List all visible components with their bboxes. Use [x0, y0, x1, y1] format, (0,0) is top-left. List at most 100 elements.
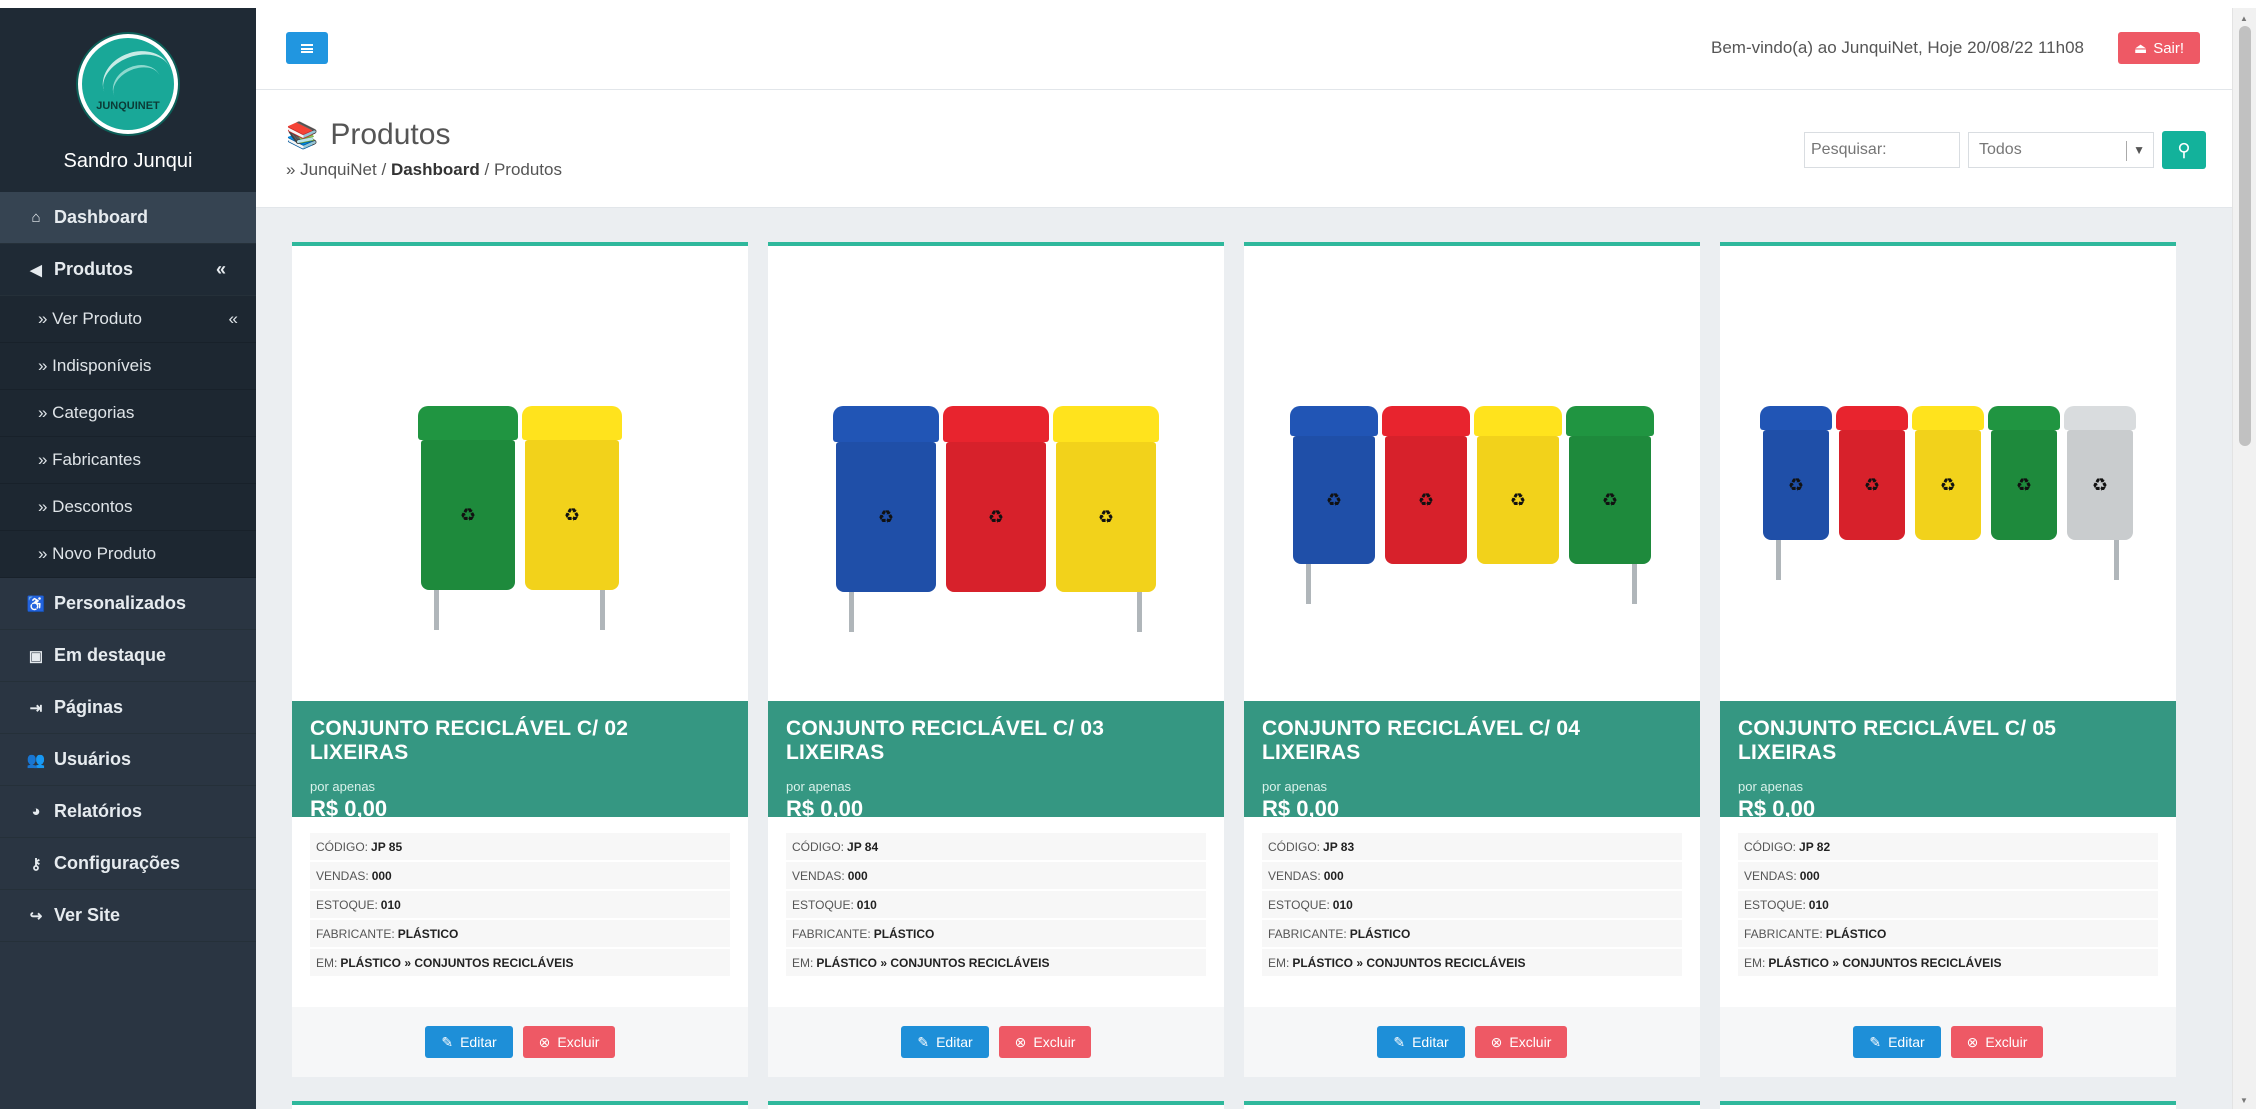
info-label: VENDAS:	[316, 868, 369, 883]
delete-button[interactable]: ⊗ Excluir	[1951, 1026, 2043, 1058]
close-circle-icon: ⊗	[1014, 1033, 1027, 1050]
product-card-next-row	[1244, 1101, 1700, 1109]
recycle-icon: ♻	[1293, 436, 1375, 564]
submenu-item-ver-produto[interactable]: » Ver Produto «	[0, 296, 256, 343]
product-image[interactable]: ♻ ♻ ♻ ♻ ♻	[1720, 246, 2176, 701]
info-label: VENDAS:	[1268, 868, 1321, 883]
sidebar-item-personalizados[interactable]: ♿ Personalizados	[0, 578, 256, 630]
page-scrollbar[interactable]: ▲ ▼	[2232, 8, 2256, 1109]
books-icon: 📚	[286, 119, 319, 150]
product-title-band: CONJUNTO RECICLÁVEL C/ 02 LIXEIRAS por a…	[292, 701, 748, 821]
info-label: EM:	[316, 955, 338, 970]
recycle-icon: ♻	[1991, 430, 2057, 540]
breadcrumb-root[interactable]: » JunquiNet	[286, 160, 377, 179]
top-bar: Bem-vindo(a) ao JunquiNet, Hoje 20/08/22…	[256, 8, 2232, 90]
submenu-label: » Categorias	[38, 403, 135, 422]
product-card-next-row	[768, 1101, 1224, 1109]
sidebar-item-relatorios[interactable]: ◕ Relatórios	[0, 786, 256, 838]
edit-button[interactable]: ✎ Editar	[425, 1026, 513, 1058]
delete-label: Excluir	[1033, 1034, 1076, 1050]
scroll-up-icon[interactable]: ▲	[2240, 14, 2248, 23]
submenu-item-descontos[interactable]: » Descontos	[0, 484, 256, 531]
pencil-icon: ✎	[1393, 1033, 1406, 1050]
scroll-down-icon[interactable]: ▼	[2240, 1096, 2248, 1105]
edit-label: Editar	[460, 1034, 497, 1050]
delete-label: Excluir	[557, 1034, 600, 1050]
product-title[interactable]: CONJUNTO RECICLÁVEL C/ 04 LIXEIRAS	[1262, 717, 1682, 765]
key-icon: ⚷	[30, 855, 42, 873]
product-grid: ♻ ♻ CONJUNTO RECICLÁVEL C/ 02 LIXEIRAS po…	[292, 242, 2176, 1109]
product-title[interactable]: CONJUNTO RECICLÁVEL C/ 02 LIXEIRAS	[310, 717, 730, 765]
edit-label: Editar	[936, 1034, 973, 1050]
info-label: EM:	[1268, 955, 1290, 970]
info-code: CÓDIGO: JP 85	[310, 833, 730, 860]
product-image[interactable]: ♻ ♻ ♻	[768, 246, 1224, 701]
delete-label: Excluir	[1985, 1034, 2028, 1050]
submenu-item-novo-produto[interactable]: » Novo Produto	[0, 531, 256, 578]
info-label: CÓDIGO:	[1744, 839, 1797, 854]
sidebar-item-usuarios[interactable]: 👥 Usuários	[0, 734, 256, 786]
submenu-item-indisponiveis[interactable]: » Indisponíveis	[0, 343, 256, 390]
recycle-bin: ♻	[1382, 406, 1470, 564]
sidebar-item-dashboard[interactable]: ⌂ Dashboard	[0, 192, 256, 244]
sidebar-item-paginas[interactable]: ⇥ Páginas	[0, 682, 256, 734]
info-maker: FABRICANTE: PLÁSTICO	[786, 920, 1206, 947]
product-title[interactable]: CONJUNTO RECICLÁVEL C/ 03 LIXEIRAS	[786, 717, 1206, 765]
product-image[interactable]: ♻ ♻ ♻ ♻	[1244, 246, 1700, 701]
product-card-next-row	[292, 1101, 748, 1109]
product-info: CÓDIGO: JP 83 VENDAS: 000 ESTOQUE: 010 FABR…	[1244, 817, 1700, 976]
product-image[interactable]: ♻ ♻	[292, 246, 748, 701]
scrollbar-thumb[interactable]	[2239, 26, 2251, 446]
info-value: 000	[847, 868, 868, 883]
search-button[interactable]: ⚲	[2162, 131, 2206, 169]
product-info: CÓDIGO: JP 85 VENDAS: 000 ESTOQUE: 010 FABR…	[292, 817, 748, 976]
bin-lid	[833, 406, 939, 442]
bin-stand-leg	[434, 590, 439, 630]
search-input[interactable]	[1804, 132, 1960, 168]
sidebar-item-em-destaque[interactable]: ▣ Em destaque	[0, 630, 256, 682]
brand-logo[interactable]: JUNQUINET	[78, 34, 178, 134]
sidebar-item-produtos[interactable]: ◀ Produtos «	[0, 244, 256, 296]
info-sales: VENDAS: 000	[786, 862, 1206, 889]
bin-lid	[418, 406, 518, 440]
info-value: PLÁSTICO	[397, 926, 459, 941]
bin-stand-leg	[600, 590, 605, 630]
recycle-bin: ♻	[1566, 406, 1654, 604]
info-value: JP 83	[1323, 839, 1355, 854]
sidebar-item-label: Em destaque	[54, 645, 167, 665]
info-sales: VENDAS: 000	[1262, 862, 1682, 889]
edit-button[interactable]: ✎ Editar	[1377, 1026, 1465, 1058]
info-code: CÓDIGO: JP 84	[786, 833, 1206, 860]
sidebar-item-configuracoes[interactable]: ⚷ Configurações	[0, 838, 256, 890]
collapse-toggle-icon[interactable]: «	[229, 309, 238, 329]
breadcrumb-dashboard[interactable]: Dashboard	[391, 160, 480, 179]
sidebar-item-ver-site[interactable]: ↪ Ver Site	[0, 890, 256, 942]
info-value: PLÁSTICO » CONJUNTOS RECICLÁVEIS	[340, 955, 574, 970]
info-value: PLÁSTICO » CONJUNTOS RECICLÁVEIS	[1768, 955, 2002, 970]
edit-button[interactable]: ✎ Editar	[1853, 1026, 1941, 1058]
product-card: ♻ ♻ ♻ ♻ ♻ CONJUNTO RECICLÁVEL C/ 05 LIXEIRAS…	[1720, 242, 2176, 1077]
submenu-item-categorias[interactable]: » Categorias	[0, 390, 256, 437]
image-icon: ▣	[28, 647, 44, 665]
recycle-bin: ♻	[1053, 406, 1159, 632]
delete-button[interactable]: ⊗ Excluir	[523, 1026, 615, 1058]
info-value: 010	[1332, 897, 1353, 912]
page-title: 📚 Produtos	[286, 118, 450, 152]
product-title[interactable]: CONJUNTO RECICLÁVEL C/ 05 LIXEIRAS	[1738, 717, 2158, 765]
bin-lid	[522, 406, 622, 440]
info-label: EM:	[1744, 955, 1766, 970]
recycle-bin: ♻	[2064, 406, 2136, 580]
delete-button[interactable]: ⊗ Excluir	[1475, 1026, 1567, 1058]
delete-button[interactable]: ⊗ Excluir	[999, 1026, 1091, 1058]
megaphone-icon: ◀	[30, 261, 42, 279]
info-maker: FABRICANTE: PLÁSTICO	[1738, 920, 2158, 947]
submenu-item-fabricantes[interactable]: » Fabricantes	[0, 437, 256, 484]
filter-select[interactable]: Todos ▼	[1968, 132, 2154, 168]
select-divider	[2126, 141, 2127, 161]
logout-button[interactable]: ⏏ Sair!	[2118, 32, 2200, 64]
edit-button[interactable]: ✎ Editar	[901, 1026, 989, 1058]
card-actions: ✎ Editar ⊗ Excluir	[768, 1007, 1224, 1077]
sidebar-toggle-button[interactable]	[286, 32, 328, 64]
collapse-toggle-icon[interactable]: «	[216, 259, 226, 280]
bin-stand-leg	[1632, 564, 1637, 604]
